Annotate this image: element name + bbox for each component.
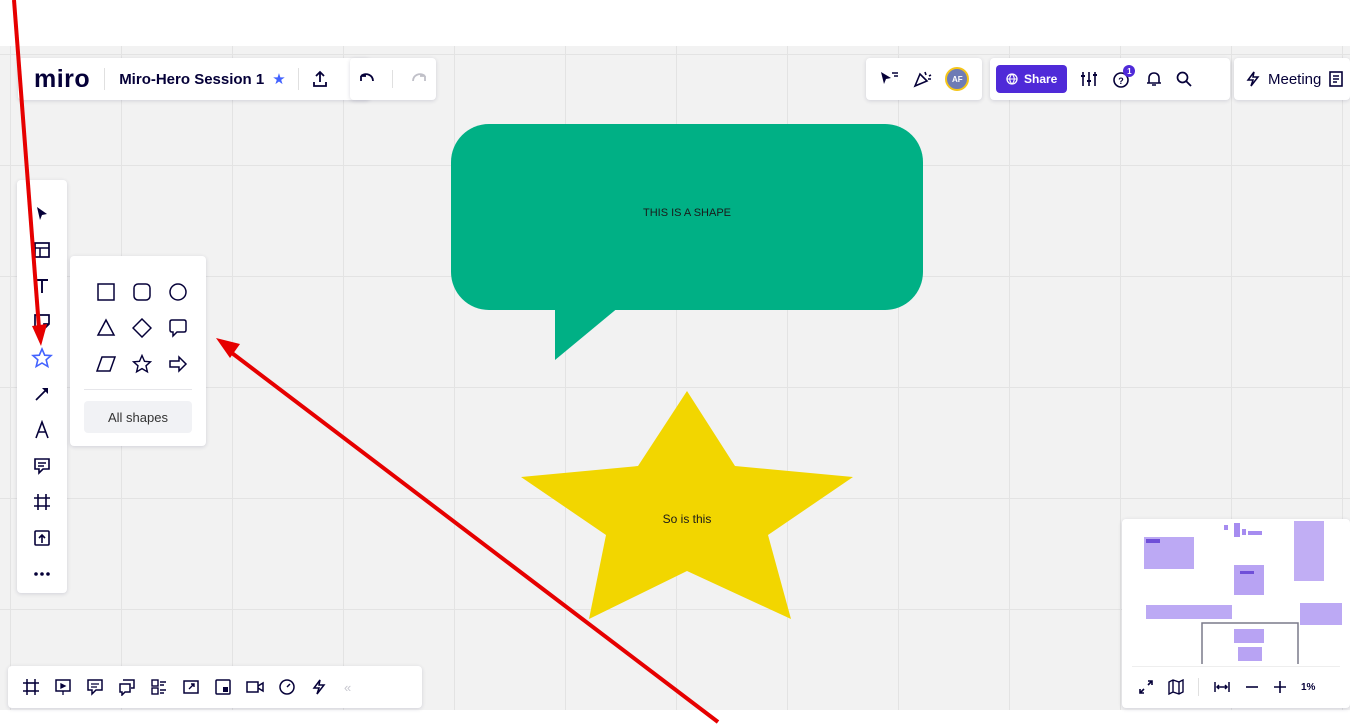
all-shapes-button[interactable]: All shapes: [84, 401, 192, 433]
settings-sliders-icon[interactable]: [1079, 70, 1099, 88]
bubble-text[interactable]: THIS IS A SHAPE: [451, 207, 923, 219]
undo-icon[interactable]: [358, 72, 376, 86]
timer-icon[interactable]: [276, 676, 298, 698]
speech-bubble-tail: [555, 302, 625, 360]
apps-lightning-icon[interactable]: [308, 676, 330, 698]
star-text[interactable]: So is this: [621, 512, 753, 526]
export-icon[interactable]: [299, 70, 329, 88]
text-tool-icon[interactable]: [24, 268, 60, 304]
rhombus-shape-icon[interactable]: [124, 310, 160, 346]
embed-icon[interactable]: [212, 676, 234, 698]
collaboration-bar: AF: [866, 58, 982, 100]
divider: [84, 389, 192, 390]
comment-tool-icon[interactable]: [24, 448, 60, 484]
arrow-shape-icon[interactable]: [160, 346, 196, 382]
help-icon[interactable]: ? 1: [1111, 65, 1136, 89]
svg-text:?: ?: [1119, 76, 1125, 86]
minimap-preview[interactable]: [1122, 519, 1350, 664]
cards-icon[interactable]: [148, 676, 170, 698]
star-shape[interactable]: [521, 391, 853, 619]
zoom-out-icon[interactable]: [1245, 680, 1259, 694]
share-button[interactable]: Share: [996, 65, 1068, 93]
redo-icon[interactable]: [410, 72, 428, 86]
bottom-margin: [0, 710, 1350, 726]
frames-icon[interactable]: [20, 676, 42, 698]
minimap-panel: 1%: [1122, 519, 1350, 708]
triangle-shape-icon[interactable]: [88, 310, 124, 346]
shapes-tool-icon[interactable]: [24, 340, 60, 376]
share-label: Share: [1024, 72, 1058, 86]
more-tools-icon[interactable]: [24, 556, 60, 592]
bottom-toolbar: «: [8, 666, 422, 708]
notes-icon[interactable]: [1327, 70, 1345, 88]
divider: [1198, 678, 1199, 696]
miro-logo[interactable]: miro: [18, 65, 104, 94]
frame-tool-icon[interactable]: [24, 484, 60, 520]
connection-line-tool-icon[interactable]: [24, 376, 60, 412]
undo-redo-bar: [350, 58, 436, 100]
meeting-label[interactable]: Meeting: [1268, 71, 1321, 88]
collapse-toolbar-icon[interactable]: «: [340, 680, 351, 695]
cursor-filter-icon[interactable]: [879, 70, 899, 88]
zoom-in-icon[interactable]: [1273, 680, 1287, 694]
upload-tool-icon[interactable]: [24, 520, 60, 556]
divider: [392, 70, 394, 88]
star-shape-icon[interactable]: [124, 346, 160, 382]
parallelogram-shape-icon[interactable]: [88, 346, 124, 382]
sticky-note-tool-icon[interactable]: [24, 304, 60, 340]
board-title[interactable]: Miro-Hero Session 1: [105, 71, 272, 88]
rectangle-shape-icon[interactable]: [88, 274, 124, 310]
lightning-icon[interactable]: [1244, 70, 1262, 88]
celebrate-icon[interactable]: [912, 70, 932, 88]
globe-icon: [1006, 73, 1018, 85]
shapes-popup: All shapes: [70, 256, 206, 446]
notification-badge: 1: [1123, 65, 1136, 77]
chat-icon[interactable]: [116, 676, 138, 698]
user-avatar[interactable]: AF: [945, 67, 970, 91]
board-header: miro Miro-Hero Session 1 ★: [18, 58, 370, 100]
meeting-bar: Meeting: [1234, 58, 1350, 100]
share-screen-icon[interactable]: [180, 676, 202, 698]
zoom-level[interactable]: 1%: [1301, 682, 1315, 693]
select-tool-icon[interactable]: [24, 196, 60, 232]
rounded-rectangle-shape-icon[interactable]: [124, 274, 160, 310]
presentation-icon[interactable]: [52, 676, 74, 698]
star-icon[interactable]: ★: [272, 70, 297, 88]
divider: [1132, 666, 1340, 667]
search-icon[interactable]: [1175, 70, 1193, 88]
pen-tool-icon[interactable]: [24, 412, 60, 448]
share-toolbar: Share ? 1: [990, 58, 1230, 100]
bell-icon[interactable]: [1145, 70, 1163, 88]
speech-bubble-shape-icon[interactable]: [160, 310, 196, 346]
video-icon[interactable]: [244, 676, 266, 698]
map-icon[interactable]: [1168, 679, 1184, 695]
comments-panel-icon[interactable]: [84, 676, 106, 698]
fit-width-icon[interactable]: [1213, 680, 1231, 694]
templates-tool-icon[interactable]: [24, 232, 60, 268]
creation-toolbar: [17, 180, 67, 593]
fit-to-screen-icon[interactable]: [1138, 679, 1154, 695]
circle-shape-icon[interactable]: [160, 274, 196, 310]
